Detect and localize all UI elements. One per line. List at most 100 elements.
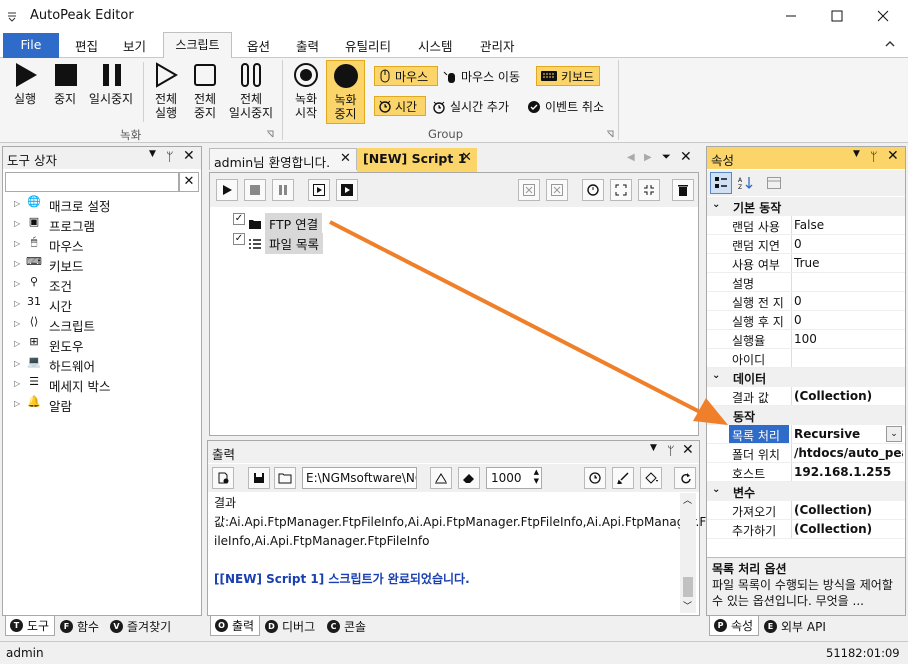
dialog-launcher-icon[interactable] [606,130,614,138]
pin-icon[interactable]: ᛘ [870,149,878,164]
menu-view[interactable]: 보기 [123,36,146,55]
expand-icon[interactable]: ▷ [14,199,20,208]
property-value[interactable]: /htdocs/auto_peak [791,444,903,462]
property-value[interactable]: (Collection) [791,387,903,405]
checkbox[interactable]: ✓ [233,233,245,245]
new-log-button[interactable] [212,467,234,489]
close-icon[interactable]: ✕ [461,150,472,165]
pin-icon[interactable]: ᛘ [166,149,174,164]
menu-system[interactable]: 시스템 [418,36,453,55]
tab-debug[interactable]: D 디버그 [261,616,319,636]
scroll-left-icon[interactable]: ◀ [627,152,635,163]
mouse-move-toggle[interactable]: 마우스 이동 [443,68,520,85]
clear-nodes-button[interactable] [546,179,568,201]
refresh-button[interactable] [582,179,604,201]
property-value[interactable]: False [791,216,903,234]
pause-all-button[interactable]: 전체 일시중지 [226,62,276,124]
tab-output[interactable]: O 출력 [210,616,260,636]
menu-script[interactable]: 스크립트 [163,32,232,59]
collapse-icon[interactable]: ⌄ [712,199,720,210]
stepper-arrows-icon[interactable]: ▲ ▼ [534,468,539,486]
property-row[interactable]: 설명 [707,273,905,292]
expand-icon[interactable]: ▷ [14,399,20,408]
run-selected-button[interactable] [336,179,358,201]
record-stop-button[interactable]: 녹화 중지 [326,60,365,124]
open-folder-button[interactable] [274,467,296,489]
property-value[interactable]: (Collection) [791,520,903,538]
run-all-button[interactable]: 전체 실행 [148,62,184,124]
expand-icon[interactable]: ▷ [14,359,20,368]
dialog-launcher-icon[interactable] [266,130,274,138]
scroll-up-icon[interactable]: ︿ [683,493,692,506]
dropdown-icon[interactable]: ▼ [853,149,860,159]
property-row[interactable]: 추가하기 (Collection) [707,520,905,539]
clear-search-button[interactable]: ✕ [179,172,199,192]
menu-file[interactable]: File [3,33,59,58]
run-script-button[interactable] [216,179,238,201]
realtime-add-toggle[interactable]: 실시간 추가 [432,98,509,115]
toolbox-search-input[interactable] [5,172,179,192]
tab-list-icon[interactable]: ⏷ [662,150,671,164]
expand-all-button[interactable] [610,179,632,201]
expand-icon[interactable]: ▷ [14,259,20,268]
menu-edit[interactable]: 편집 [75,36,98,55]
step-button[interactable] [308,179,330,201]
collapse-all-button[interactable] [638,179,660,201]
property-row[interactable]: 목록 처리 Recursive ⌄ [707,425,905,444]
expand-icon[interactable]: ▷ [14,379,20,388]
eraser-button[interactable] [458,467,480,489]
property-row[interactable]: 실행 전 지 0 [707,292,905,311]
property-row[interactable]: 랜덤 사용 False [707,216,905,235]
system-menu-icon[interactable] [6,10,18,22]
keyboard-toggle[interactable]: 키보드 [536,66,600,86]
record-start-button[interactable]: 녹화 시작 [289,62,323,124]
mouse-toggle[interactable]: 마우스 [374,66,438,86]
property-category[interactable]: ⌄ 동작 [707,406,905,425]
toolbox-item[interactable]: ▷ ☰ 메세지 박스 [3,374,201,394]
dropdown-icon[interactable]: ⌄ [886,426,902,442]
close-icon[interactable]: ✕ [183,148,195,164]
dropdown-icon[interactable]: ▼ [149,149,156,159]
fill-button[interactable] [640,467,662,489]
clean-button[interactable] [430,467,452,489]
expand-icon[interactable]: ▷ [14,319,20,328]
tab-external-api[interactable]: E 외부 API [760,616,830,636]
close-icon[interactable]: ✕ [340,151,351,166]
collapse-icon[interactable]: ⌄ [712,484,720,495]
property-value[interactable]: Recursive [791,425,885,443]
menu-admin[interactable]: 관리자 [480,36,515,55]
trash-button[interactable] [672,179,694,201]
script-node[interactable]: ✓ FTP 연결 [233,213,323,234]
dropdown-icon[interactable]: ▼ [650,443,657,453]
output-scrollbar[interactable]: ︿ ﹀ [680,493,696,613]
toolbox-item[interactable]: ▷ ⌨ 키보드 [3,254,201,274]
tab-script-1[interactable]: [NEW] Script 1 ✕ [357,148,477,172]
stop-script-button[interactable] [244,179,266,201]
clock-button[interactable] [584,467,606,489]
property-value[interactable]: (Collection) [791,501,903,519]
tab-properties[interactable]: P 속성 [709,616,759,636]
property-row[interactable]: 실행율 100 [707,330,905,349]
event-cancel-button[interactable]: 이벤트 취소 [527,98,604,115]
property-row[interactable]: 가져오기 (Collection) [707,501,905,520]
tab-favorites[interactable]: V 즐겨찾기 [106,616,175,636]
toolbox-item[interactable]: ▷ 🌐 매크로 설정 [3,194,201,214]
property-category[interactable]: ⌄ 데이터 [707,368,905,387]
property-value[interactable] [791,273,903,291]
pause-script-button[interactable] [272,179,294,201]
menu-options[interactable]: 옵션 [247,36,270,55]
delete-node-button[interactable] [518,179,540,201]
collapse-icon[interactable]: ⌄ [712,408,720,419]
toolbox-item[interactable]: ▷ ⊞ 윈도우 [3,334,201,354]
property-row[interactable]: 아이디 [707,349,905,368]
log-path-input[interactable]: E:\NGMsoftware\NG [302,467,417,489]
categorized-button[interactable] [710,172,732,194]
close-icon[interactable]: ✕ [682,442,694,458]
toolbox-item[interactable]: ▷ ⚲ 조건 [3,274,201,294]
expand-icon[interactable]: ▷ [14,299,20,308]
property-value[interactable]: 0 [791,292,903,310]
property-row[interactable]: 폴더 위치/htdocs/auto_peak [707,444,905,463]
toolbox-item[interactable]: ▷ 💻 하드웨어 [3,354,201,374]
expand-icon[interactable]: ▷ [14,339,20,348]
checkbox[interactable]: ✓ [233,213,245,225]
